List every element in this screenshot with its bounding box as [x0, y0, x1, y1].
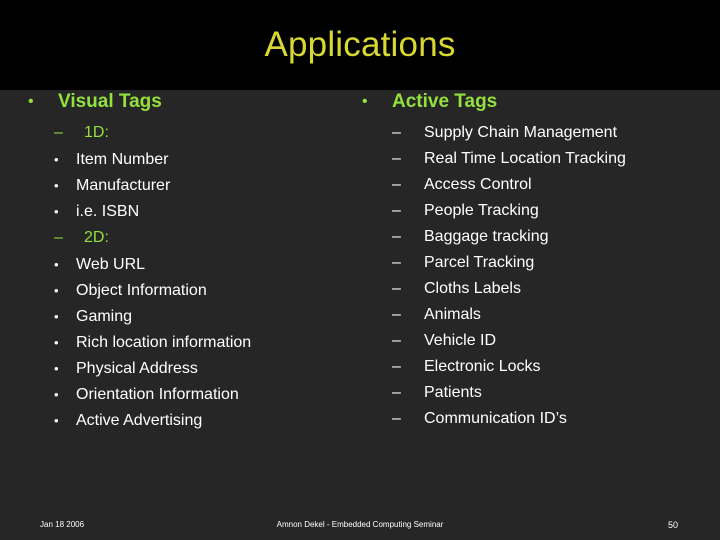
bullet-dot-icon: • [54, 257, 59, 272]
group-1d-items: • Item Number • Manufacturer • i.e. ISBN [54, 147, 358, 225]
list-item: – Baggage tracking [392, 224, 714, 250]
heading-label: Active Tags [392, 91, 498, 112]
list-item-label: Manufacturer [76, 177, 171, 194]
list-item-label: Object Information [76, 282, 207, 299]
list-item-label: Communication ID’s [424, 410, 567, 427]
list-item: – Cloths Labels [392, 276, 714, 302]
list-item: – Supply Chain Management [392, 120, 714, 146]
list-item: • Physical Address [54, 356, 358, 382]
bullet-dash-icon: – [392, 176, 401, 193]
list-item: • i.e. ISBN [54, 199, 358, 225]
group-2d-items: • Web URL • Object Information • Gaming [54, 252, 358, 434]
group-label: 2D: [84, 229, 109, 246]
list-item-label: Animals [424, 306, 481, 323]
list-item: – Access Control [392, 172, 714, 198]
list-item: • Item Number [54, 147, 358, 173]
group-label: 1D: [84, 124, 109, 141]
bullet-dash-icon: – [392, 228, 401, 245]
heading-active-tags: • Active Tags [362, 90, 714, 114]
column-active-tags: • Active Tags – Supply Chain Management … [362, 90, 714, 432]
bullet-dot-icon: • [54, 413, 59, 428]
list-item: – Vehicle ID [392, 328, 714, 354]
bullet-dash-icon: – [392, 254, 401, 271]
list-item-label: Vehicle ID [424, 332, 497, 349]
bullet-dash-icon: – [392, 124, 401, 141]
heading-visual-tags: • Visual Tags [28, 90, 358, 114]
group-1d: – 1D: [54, 120, 358, 146]
active-tags-list: • Active Tags [362, 90, 714, 114]
bullet-dash-icon: – [392, 358, 401, 375]
list-item: • Orientation Information [54, 382, 358, 408]
group-2d: – 2D: [54, 225, 358, 251]
bullet-dot-icon: • [54, 178, 59, 193]
list-item: • Manufacturer [54, 173, 358, 199]
list-item: • Active Advertising [54, 408, 358, 434]
bullet-dash-icon: – [392, 384, 401, 401]
column-visual-tags: • Visual Tags – 1D: • Item Number • Manu… [28, 90, 358, 434]
list-item: – Real Time Location Tracking [392, 146, 714, 172]
bullet-dash-icon: – [54, 229, 63, 246]
bullet-dash-icon: – [392, 306, 401, 323]
bullet-dot-icon: • [28, 93, 34, 110]
list-item: – Animals [392, 302, 714, 328]
slide: Applications • Visual Tags – 1D: • Item … [0, 0, 720, 540]
page-title: Applications [264, 25, 456, 64]
list-item: • Rich location information [54, 330, 358, 356]
footer-page-number: 50 [667, 520, 678, 530]
slide-body: • Visual Tags – 1D: • Item Number • Manu… [0, 90, 720, 540]
list-item-label: Item Number [76, 151, 169, 168]
list-item: • Gaming [54, 304, 358, 330]
list-item-label: Patients [424, 384, 482, 401]
list-item: – Electronic Locks [392, 354, 714, 380]
list-item-label: Cloths Labels [424, 280, 521, 297]
footer-seminar-label: Amnon Dekel - Embedded Computing Seminar [276, 520, 444, 529]
visual-tags-list: • Visual Tags [28, 90, 358, 114]
list-item: – People Tracking [392, 198, 714, 224]
bullet-dot-icon: • [362, 93, 368, 110]
heading-label: Visual Tags [58, 91, 162, 112]
list-item-label: Electronic Locks [424, 358, 541, 375]
list-item: – Parcel Tracking [392, 250, 714, 276]
bullet-dot-icon: • [54, 204, 59, 219]
bullet-dot-icon: • [54, 361, 59, 376]
list-item-label: Supply Chain Management [424, 124, 618, 141]
list-item-label: i.e. ISBN [76, 203, 140, 220]
bullet-dash-icon: – [392, 410, 401, 427]
list-item: – Patients [392, 380, 714, 406]
list-item-label: Rich location information [76, 334, 252, 351]
bullet-dot-icon: • [54, 283, 59, 298]
title-band: Applications [0, 0, 720, 90]
slide-footer: Jan 18 2006 Amnon Dekel - Embedded Compu… [0, 518, 720, 540]
list-item-label: Baggage tracking [424, 228, 549, 245]
list-item: • Web URL [54, 252, 358, 278]
bullet-dash-icon: – [392, 280, 401, 297]
list-item-label: Physical Address [76, 360, 198, 377]
bullet-dash-icon: – [392, 332, 401, 349]
list-item-label: Web URL [76, 256, 146, 273]
list-item-label: Real Time Location Tracking [424, 150, 626, 167]
list-item-label: Active Advertising [76, 412, 203, 429]
bullet-dot-icon: • [54, 387, 59, 402]
bullet-dash-icon: – [392, 150, 401, 167]
content-columns: • Visual Tags – 1D: • Item Number • Manu… [0, 90, 720, 490]
list-item-label: Gaming [76, 308, 133, 325]
list-item-label: Orientation Information [76, 386, 239, 403]
bullet-dot-icon: • [54, 309, 59, 324]
list-item-label: Access Control [424, 176, 532, 193]
list-item-label: People Tracking [424, 202, 539, 219]
active-tags-items: – Supply Chain Management – Real Time Lo… [392, 120, 714, 432]
bullet-dash-icon: – [54, 124, 63, 141]
bullet-dash-icon: – [392, 202, 401, 219]
bullet-dot-icon: • [54, 152, 59, 167]
visual-tags-groups: – 1D: • Item Number • Manufacturer • i.e… [54, 120, 358, 434]
list-item-label: Parcel Tracking [424, 254, 535, 271]
bullet-dot-icon: • [54, 335, 59, 350]
list-item: • Object Information [54, 278, 358, 304]
list-item: – Communication ID’s [392, 406, 714, 432]
